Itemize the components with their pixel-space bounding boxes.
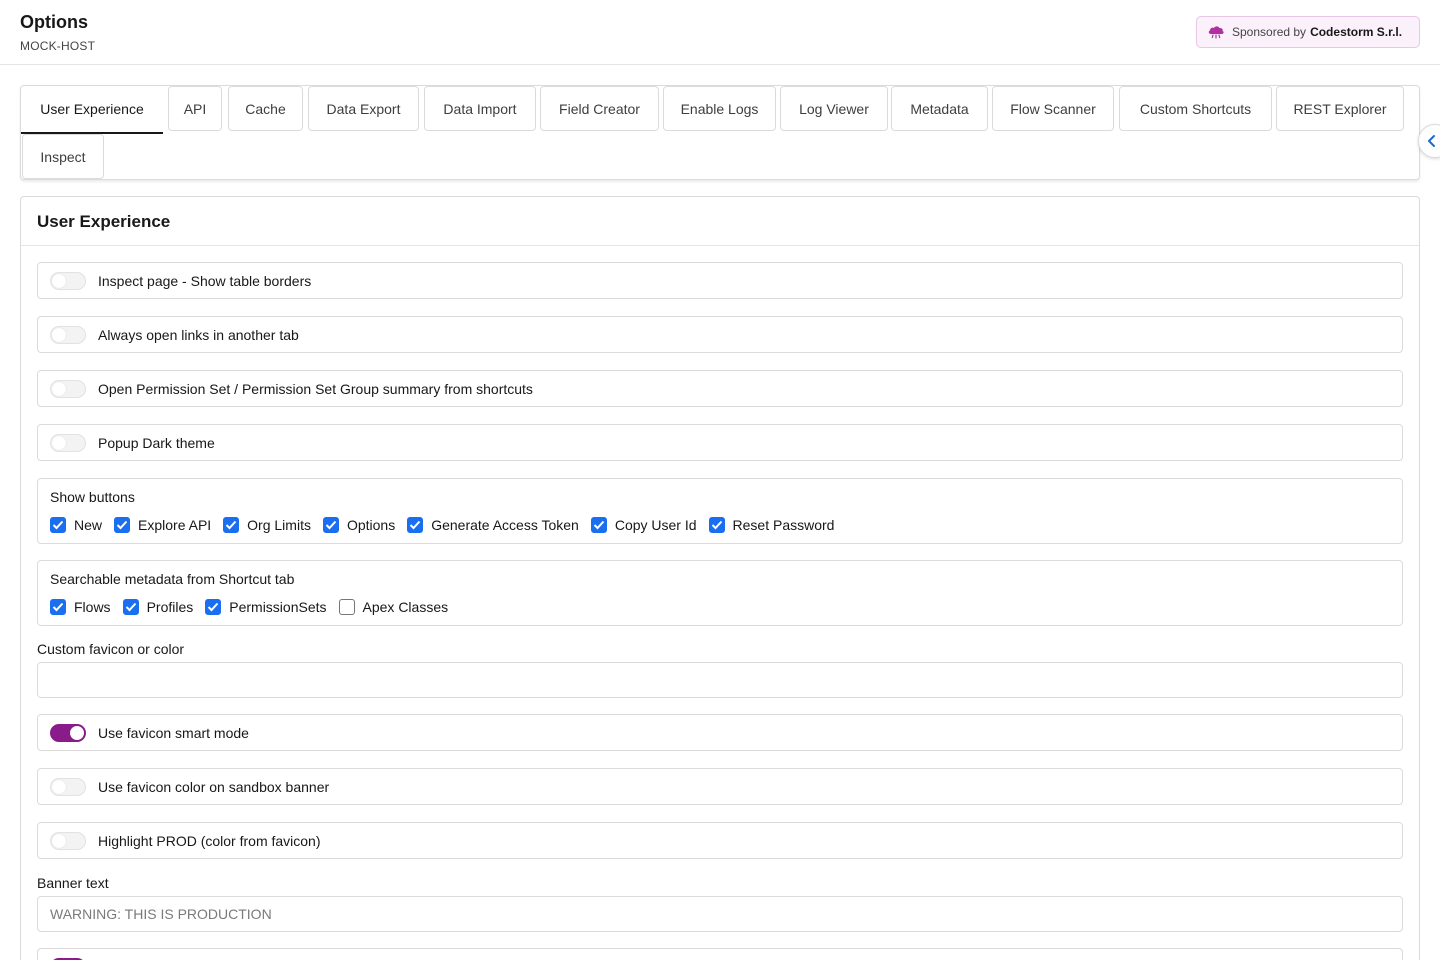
card-header: User Experience [21, 197, 1419, 246]
searchable-metadata-group: Searchable metadata from Shortcut tab Fl… [37, 560, 1403, 626]
tab-log-viewer[interactable]: Log Viewer [780, 86, 888, 131]
custom-favicon-label: Custom favicon or color [37, 641, 185, 657]
toggle-switch[interactable] [50, 777, 86, 796]
setting-row: Use favicon color on sandbox banner [37, 768, 1403, 805]
checkbox-label: Explore API [138, 517, 212, 533]
checkbox-list: New Explore API Org Limits Options Gener… [50, 517, 1390, 533]
checkbox[interactable] [50, 517, 66, 533]
checkbox-label: Org Limits [247, 517, 311, 533]
setting-row: Highlight PROD (color from favicon) [37, 822, 1403, 859]
tab-user-experience[interactable]: User Experience [21, 86, 163, 134]
checkbox[interactable] [338, 599, 355, 615]
checkbox-options[interactable]: Options [322, 517, 396, 533]
checkbox[interactable] [223, 517, 240, 533]
setting-row: Open Permission Set / Permission Set Gro… [37, 370, 1403, 407]
tab-inspect[interactable]: Inspect [22, 134, 104, 179]
setting-label: Use favicon smart mode [98, 724, 249, 741]
toggle-switch[interactable] [50, 723, 86, 742]
checkbox[interactable] [122, 599, 139, 615]
setting-label: Highlight PROD (color from favicon) [98, 832, 321, 849]
setting-label: Inspect page - Show table borders [98, 272, 312, 289]
toggle-switch[interactable] [50, 271, 86, 290]
org-host: MOCK-HOST [20, 39, 96, 53]
setting-label: Open Permission Set / Permission Set Gro… [98, 380, 533, 397]
setting-row [37, 948, 1403, 960]
chevron-left-icon [1428, 135, 1435, 147]
checkbox[interactable] [407, 517, 424, 533]
checkbox-profiles[interactable]: Profiles [122, 599, 194, 615]
tab-flow-scanner[interactable]: Flow Scanner [992, 86, 1114, 131]
checkbox-org-limits[interactable]: Org Limits [223, 517, 311, 533]
checkbox-label: PermissionSets [229, 599, 327, 615]
tab-cache[interactable]: Cache [228, 86, 303, 131]
checkbox[interactable] [590, 517, 607, 533]
show-buttons-group: Show buttons New Explore API Org Limits … [37, 478, 1403, 544]
toggle-switch[interactable] [50, 379, 86, 398]
sponsor-name: Codestorm S.r.l. [1310, 25, 1403, 39]
checkbox-label: Reset Password [732, 517, 835, 533]
tab-enable-logs[interactable]: Enable Logs [663, 86, 776, 131]
setting-row: Inspect page - Show table borders [37, 262, 1403, 299]
tab-data-export[interactable]: Data Export [308, 86, 419, 131]
tab-data-import[interactable]: Data Import [424, 86, 536, 131]
setting-label: Always open links in another tab [98, 326, 299, 343]
checkbox-new[interactable]: New [50, 517, 102, 533]
checkbox[interactable] [322, 517, 339, 533]
tab-api[interactable]: API [168, 86, 222, 131]
toggle-switch[interactable] [50, 831, 86, 850]
section-title: User Experience [37, 212, 171, 231]
checkbox-label: New [74, 517, 103, 533]
setting-label: Popup Dark theme [98, 434, 215, 451]
group-title: Show buttons [50, 489, 135, 505]
setting-label: Use favicon color on sandbox banner [98, 778, 330, 795]
setting-row: Always open links in another tab [37, 316, 1403, 353]
custom-favicon-input[interactable] [37, 662, 1403, 698]
checkbox-reset-password[interactable]: Reset Password [708, 517, 835, 533]
sidebar-toggle-button[interactable] [1418, 124, 1440, 158]
setting-row: Popup Dark theme [37, 424, 1403, 461]
tab-field-creator[interactable]: Field Creator [540, 86, 659, 131]
tab-custom-shortcuts[interactable]: Custom Shortcuts [1119, 86, 1272, 131]
tab-metadata[interactable]: Metadata [891, 86, 988, 131]
checkbox-apex-classes[interactable]: Apex Classes [338, 599, 449, 615]
checkbox-label: Generate Access Token [431, 517, 579, 533]
toggle-switch[interactable] [50, 433, 86, 452]
banner-text-input[interactable] [37, 896, 1403, 932]
checkbox-label: Profiles [146, 599, 194, 615]
checkbox-copy-user-id[interactable]: Copy User Id [590, 517, 697, 533]
checkbox-label: Options [346, 517, 396, 533]
checkbox-generate-access-token[interactable]: Generate Access Token [407, 517, 579, 533]
tab-bar: User Experience API Cache Data Export Da… [20, 85, 1420, 180]
checkbox[interactable] [50, 599, 66, 615]
checkbox-flows[interactable]: Flows [50, 599, 111, 615]
checkbox-explore-api[interactable]: Explore API [114, 517, 211, 533]
sponsor-badge[interactable]: Sponsored by Codestorm S.r.l. [1196, 16, 1420, 48]
page-title: Options [20, 12, 88, 32]
group-title: Searchable metadata from Shortcut tab [50, 571, 295, 587]
checkbox[interactable] [708, 517, 725, 533]
checkbox[interactable] [205, 599, 222, 615]
setting-row: Use favicon smart mode [37, 714, 1403, 751]
tab-rest-explorer[interactable]: REST Explorer [1276, 86, 1404, 131]
cloud-icon [1208, 26, 1224, 39]
page-header: Options MOCK-HOST Sponsored by Codestorm… [0, 0, 1440, 65]
banner-text-label: Banner text [37, 875, 109, 891]
toggle-switch[interactable] [50, 325, 86, 344]
checkbox-permission-sets[interactable]: PermissionSets [205, 599, 327, 615]
checkbox-label: Apex Classes [362, 599, 449, 615]
checkbox[interactable] [114, 517, 131, 533]
checkbox-list: Flows Profiles PermissionSets Apex Class… [50, 599, 1390, 615]
sponsor-prefix: Sponsored by [1232, 25, 1307, 39]
checkbox-label: Copy User Id [614, 517, 697, 533]
checkbox-label: Flows [74, 599, 111, 615]
